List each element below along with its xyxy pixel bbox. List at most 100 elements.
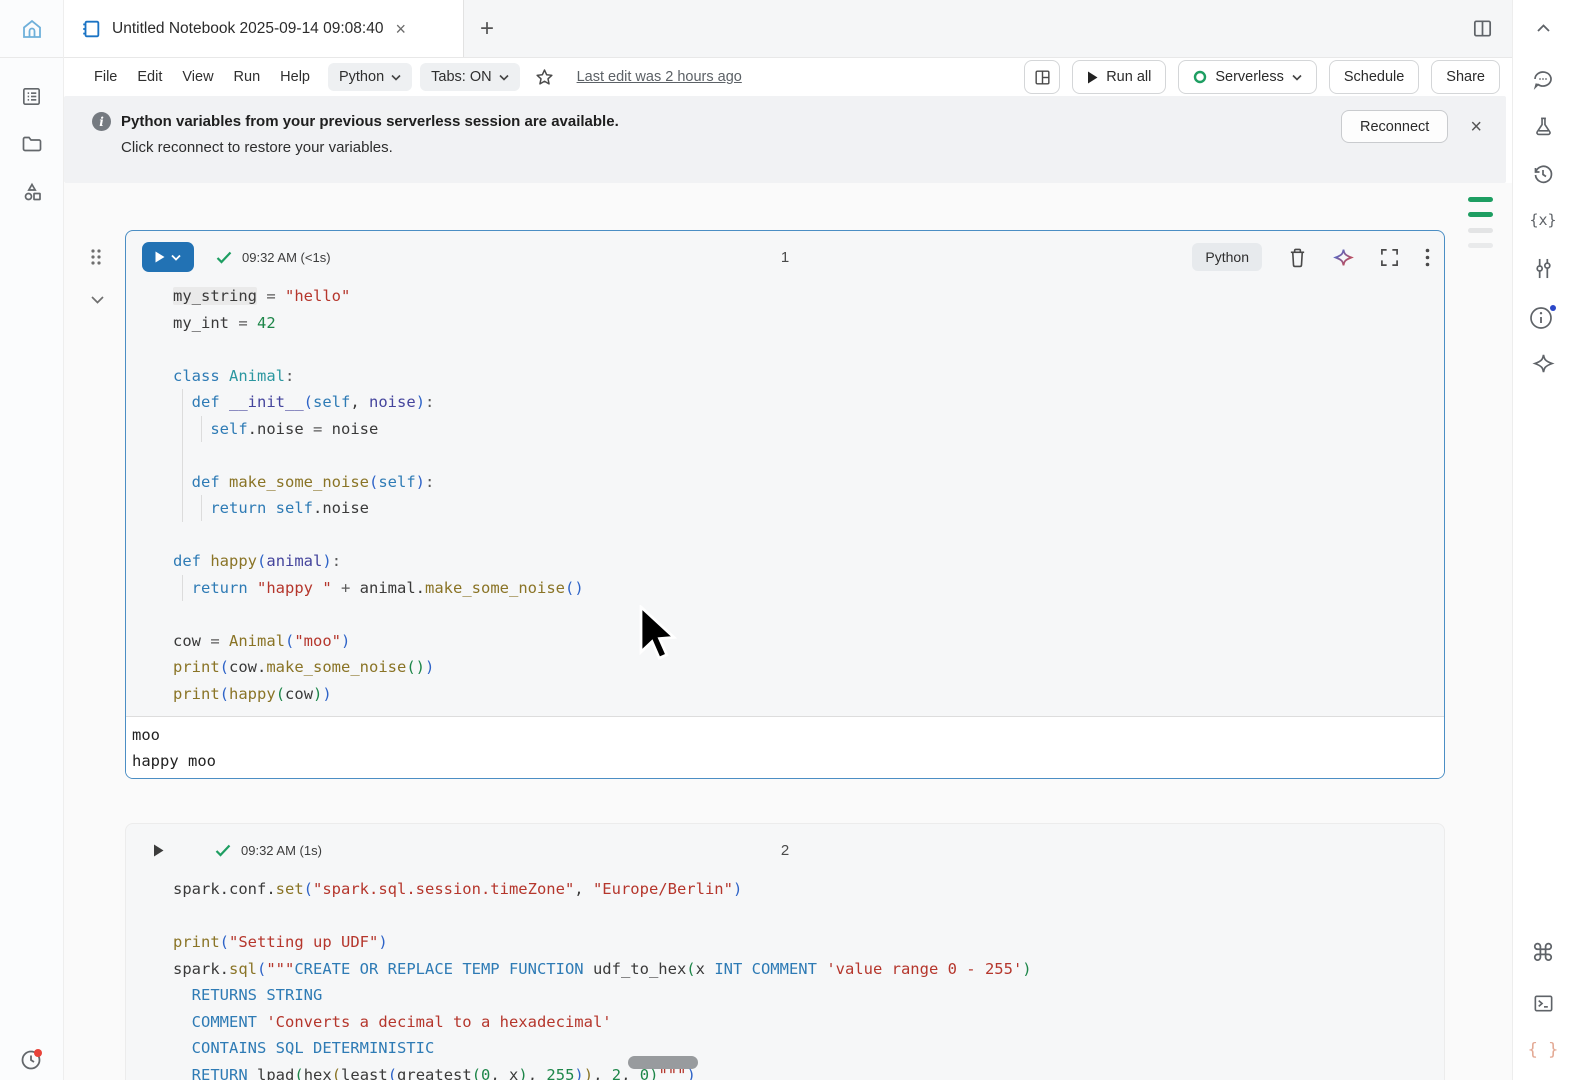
code-line[interactable] xyxy=(173,601,1444,628)
code-line[interactable]: self.noise = noise xyxy=(173,416,1444,443)
notebook-tab[interactable]: Untitled Notebook 2025-09-14 09:08:40 × xyxy=(64,0,464,57)
cell-collapse-chevron-icon[interactable] xyxy=(91,291,104,309)
code-cell-2[interactable]: 09:32 AM (1s) 2 spark.conf.set("spark.sq… xyxy=(125,823,1445,1080)
tabs-toggle-dropdown[interactable]: Tabs: ON xyxy=(420,63,519,91)
assistant-sparkle-icon[interactable] xyxy=(1333,247,1354,268)
variables-panel-button[interactable]: {x} xyxy=(1513,211,1572,229)
code-line[interactable]: def __init__(self, noise): xyxy=(173,389,1444,416)
chevron-down-icon xyxy=(1292,74,1302,81)
share-button[interactable]: Share xyxy=(1431,60,1500,94)
menu-run[interactable]: Run xyxy=(224,64,271,90)
code-line[interactable]: class Animal: xyxy=(173,363,1444,390)
sidebar-item-workspace[interactable] xyxy=(0,72,63,120)
experiments-flask-icon xyxy=(1532,115,1555,138)
schedule-button[interactable]: Schedule xyxy=(1329,60,1419,94)
run-all-button[interactable]: Run all xyxy=(1072,60,1166,94)
menu-help[interactable]: Help xyxy=(270,64,320,90)
code-line[interactable]: COMMENT 'Converts a decimal to a hexadec… xyxy=(173,1009,1444,1036)
settings-panel-button[interactable] xyxy=(1513,257,1572,280)
dashboard-grid-icon xyxy=(1033,68,1052,87)
code-line[interactable]: RETURN lpad(hex(least(greatest(0, x), 25… xyxy=(173,1062,1444,1080)
code-cell-1[interactable]: 09:32 AM (<1s) 1 Python my_string = "hel… xyxy=(125,230,1445,779)
code-line[interactable]: RETURNS STRING xyxy=(173,982,1444,1009)
braces-panel-button[interactable]: { } xyxy=(1513,1040,1572,1060)
minimap-cell-dash[interactable] xyxy=(1468,212,1493,217)
sidebar-item-folders[interactable] xyxy=(0,120,63,168)
code-line[interactable]: my_int = 42 xyxy=(173,310,1444,337)
recents-clock-icon xyxy=(19,1046,45,1072)
menu-edit[interactable]: Edit xyxy=(127,64,172,90)
scrollbar-thumb[interactable] xyxy=(628,1056,698,1069)
tab-close-icon[interactable]: × xyxy=(395,20,406,38)
cell-drag-handle[interactable] xyxy=(90,248,102,271)
command-palette-button[interactable]: ⌘ xyxy=(1513,942,1572,966)
cell-2-code-editor[interactable]: spark.conf.set("spark.sql.session.timeZo… xyxy=(126,876,1444,1080)
version-history-icon xyxy=(1531,162,1555,186)
code-line[interactable]: return self.noise xyxy=(173,495,1444,522)
notebook-menubar: File Edit View Run Help Python Tabs: ON … xyxy=(64,58,1512,96)
variables-icon: {x} xyxy=(1529,211,1556,229)
banner-close-icon[interactable]: × xyxy=(1470,117,1482,137)
sidebar-item-recents[interactable] xyxy=(0,1046,64,1072)
minimap-cell-dash[interactable] xyxy=(1468,243,1493,248)
code-line[interactable]: def make_some_noise(self): xyxy=(173,469,1444,496)
play-icon xyxy=(1087,71,1098,84)
code-line[interactable] xyxy=(173,903,1444,930)
code-line[interactable]: print("Setting up UDF") xyxy=(173,929,1444,956)
comments-panel-button[interactable] xyxy=(1513,68,1572,92)
compute-selector[interactable]: Serverless xyxy=(1178,60,1317,94)
indent-guide xyxy=(182,575,183,601)
split-view-icon[interactable] xyxy=(1471,17,1494,40)
terminal-icon xyxy=(1532,992,1555,1015)
collapse-panel-button[interactable] xyxy=(1513,24,1572,32)
minimap-cell-dash[interactable] xyxy=(1468,228,1493,233)
new-tab-button[interactable]: + xyxy=(464,0,510,57)
sidebar-item-home[interactable] xyxy=(0,0,63,58)
language-dropdown[interactable]: Python xyxy=(328,63,412,91)
code-line[interactable] xyxy=(173,522,1444,549)
code-line[interactable]: print(happy(cow)) xyxy=(173,681,1444,708)
assistant-panel-button[interactable] xyxy=(1513,352,1572,375)
trash-icon[interactable] xyxy=(1288,247,1307,268)
code-line[interactable]: spark.conf.set("spark.sql.session.timeZo… xyxy=(173,876,1444,903)
assistant-sparkle-icon xyxy=(1532,352,1555,375)
sidebar-item-catalog[interactable] xyxy=(0,168,63,216)
code-line[interactable] xyxy=(173,442,1444,469)
fullscreen-icon[interactable] xyxy=(1380,248,1399,267)
info-panel-button[interactable] xyxy=(1513,303,1572,331)
cell-language-badge[interactable]: Python xyxy=(1192,243,1262,271)
favorite-star-icon[interactable] xyxy=(534,67,555,88)
code-line[interactable]: my_string = "hello" xyxy=(173,283,1444,310)
indent-guide xyxy=(201,495,202,521)
code-line[interactable]: spark.sql("""CREATE OR REPLACE TEMP FUNC… xyxy=(173,956,1444,983)
notebook-tab-icon xyxy=(80,18,102,40)
menu-view[interactable]: View xyxy=(172,64,223,90)
info-icon xyxy=(1528,303,1558,331)
notebook-canvas: 09:32 AM (<1s) 1 Python my_string = "hel… xyxy=(64,183,1512,1080)
reconnect-button[interactable]: Reconnect xyxy=(1341,110,1448,143)
settings-sliders-icon xyxy=(1533,257,1554,280)
banner-subtitle: Click reconnect to restore your variable… xyxy=(121,139,1486,156)
code-line[interactable] xyxy=(173,336,1444,363)
output-line: moo xyxy=(132,722,1444,748)
view-layout-button[interactable] xyxy=(1024,60,1060,94)
cell-1-code-editor[interactable]: my_string = "hello"my_int = 42 class Ani… xyxy=(126,283,1444,716)
indent-guide xyxy=(182,389,183,522)
version-history-panel-button[interactable] xyxy=(1513,162,1572,186)
code-line[interactable]: cow = Animal("moo") xyxy=(173,628,1444,655)
code-line[interactable]: def happy(animal): xyxy=(173,548,1444,575)
code-line[interactable]: CONTAINS SQL DETERMINISTIC xyxy=(173,1035,1444,1062)
terminal-panel-button[interactable] xyxy=(1513,992,1572,1015)
minimap-cell-dash[interactable] xyxy=(1468,197,1493,202)
chevron-up-icon xyxy=(1537,24,1550,32)
braces-icon: { } xyxy=(1528,1040,1559,1060)
notebook-list-icon xyxy=(20,85,43,108)
code-line[interactable]: print(cow.make_some_noise()) xyxy=(173,654,1444,681)
chevron-down-icon xyxy=(391,74,401,81)
kebab-menu-icon[interactable] xyxy=(1425,248,1430,267)
code-line[interactable]: return "happy " + animal.make_some_noise… xyxy=(173,575,1444,602)
experiments-panel-button[interactable] xyxy=(1513,115,1572,138)
menu-file[interactable]: File xyxy=(84,64,127,90)
last-edit-link[interactable]: Last edit was 2 hours ago xyxy=(577,69,742,85)
cell-2-header: 09:32 AM (1s) 2 xyxy=(126,824,1444,876)
